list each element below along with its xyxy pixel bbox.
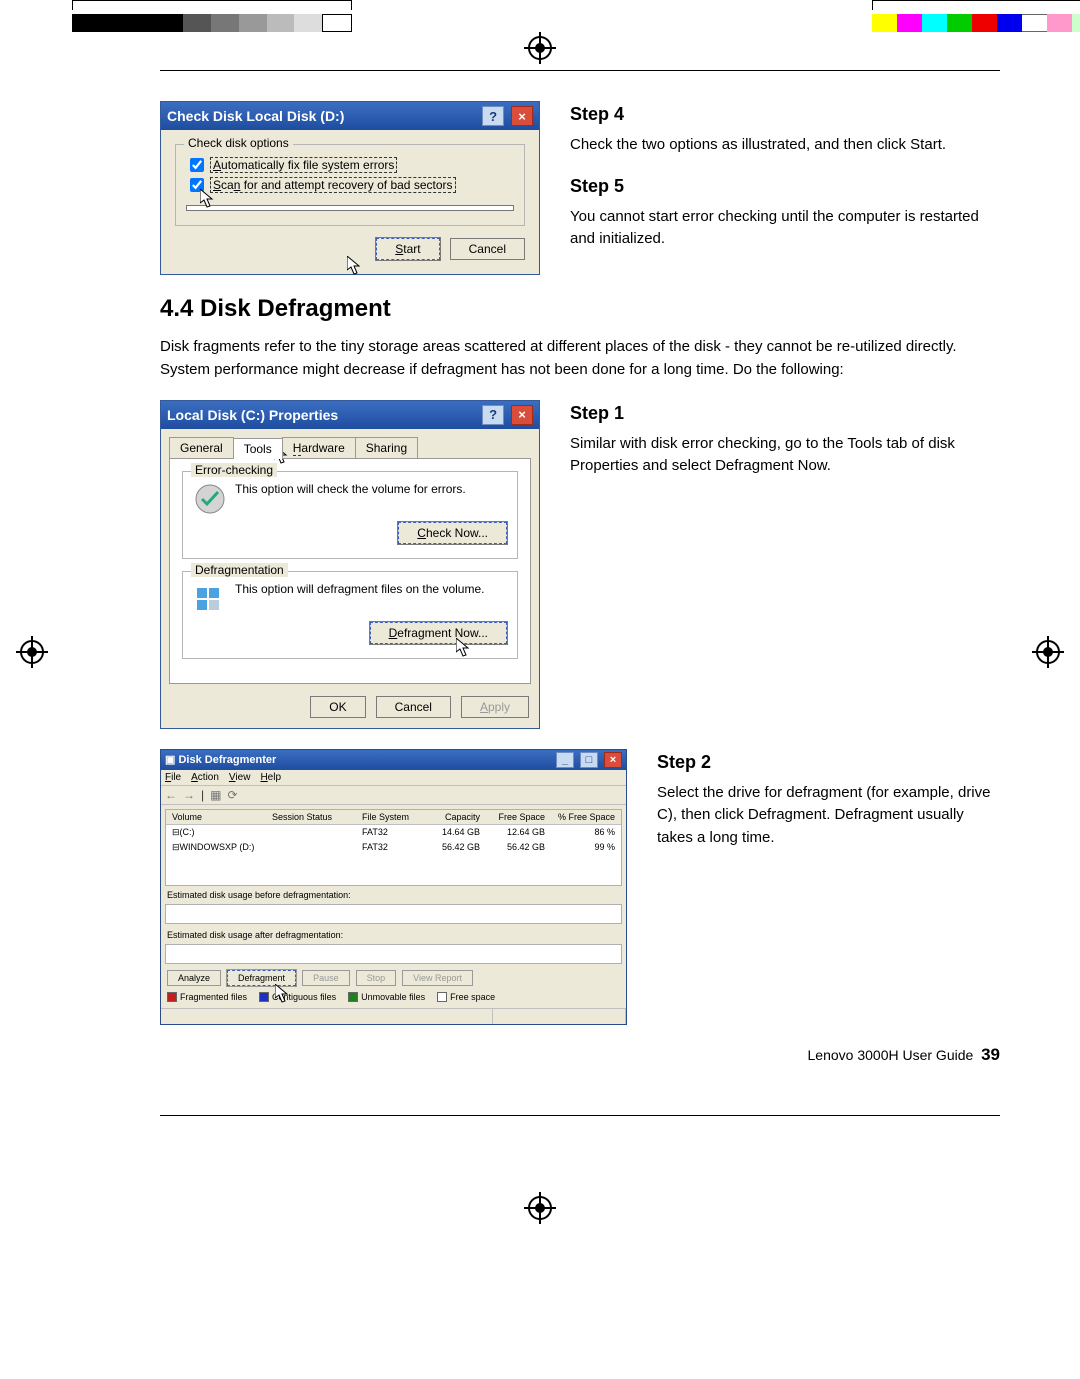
print-colorbar-right [872,14,1080,32]
before-label: Estimated disk usage before defragmentat… [167,890,620,900]
grid-icon[interactable]: ▦ [210,788,221,802]
step-text: Similar with disk error checking, go to … [570,433,1000,478]
help-button[interactable]: ? [482,106,504,126]
table-row[interactable]: ⊟(C:)FAT3214.64 GB12.64 GB86 % [166,825,621,840]
stop-button[interactable]: Stop [356,970,397,986]
step-heading: Step 5 [570,173,1000,200]
menu-action[interactable]: Action [191,772,219,783]
refresh-icon[interactable]: ⟳ [227,788,237,802]
menu-file[interactable]: File [165,772,181,783]
minimize-button[interactable]: _ [556,752,574,768]
auto-fix-checkbox[interactable] [190,158,204,172]
group-text: This option will defragment files on the… [235,582,484,596]
fieldset-legend: Error-checking [191,463,277,477]
group-text: This option will check the volume for er… [235,482,466,496]
close-button[interactable]: × [511,106,533,126]
menu-help[interactable]: Help [260,772,281,783]
cancel-button[interactable]: Cancel [450,238,525,260]
view-report-button[interactable]: View Report [402,970,473,986]
step-heading: Step 2 [657,749,1000,776]
close-button[interactable]: × [511,405,533,425]
close-button[interactable]: × [604,752,622,768]
step-text: You cannot start error checking until th… [570,206,1000,251]
apply-button[interactable]: Apply [461,696,529,718]
step-heading: Step 4 [570,101,1000,128]
disk-properties-dialog: Local Disk (C:) Properties ? × General T… [160,400,540,729]
error-check-icon [193,482,227,516]
analyze-button[interactable]: Analyze [167,970,221,986]
legend-item: Unmovable files [348,992,425,1003]
section-paragraph: Disk fragments refer to the tiny storage… [160,335,1000,382]
tab-sharing[interactable]: Sharing [355,437,418,458]
menu-view[interactable]: View [229,772,251,783]
defragment-button[interactable]: Defragment [227,970,296,986]
maximize-button[interactable]: □ [580,752,598,768]
step-text: Select the drive for defragment (for exa… [657,782,1000,850]
page-footer: Lenovo 3000H User Guide 39 [160,1045,1000,1065]
registration-mark-icon [528,1196,552,1220]
cancel-button[interactable]: Cancel [376,696,451,718]
back-icon[interactable]: ← [165,788,177,802]
window-title: Disk Defragmenter [178,754,276,766]
forward-icon[interactable]: → [183,788,195,802]
legend-item: Contiguous files [259,992,336,1003]
fieldset-legend: Defragmentation [191,563,288,577]
start-button[interactable]: Start [376,238,439,260]
registration-mark-icon [528,36,552,60]
disk-defragmenter-window: ▣ Disk Defragmenter _ □ × File Action Vi… [160,749,627,1026]
dialog-title: Local Disk (C:) Properties [167,407,338,423]
check-now-button[interactable]: Check Now... [398,522,507,544]
pause-button[interactable]: Pause [302,970,350,986]
dialog-title: Check Disk Local Disk (D:) [167,108,344,124]
defragment-now-button[interactable]: Defragment Now... [370,622,507,644]
volume-list[interactable]: Volume Session Status File System Capaci… [165,809,622,886]
defrag-icon [193,582,227,616]
step-heading: Step 1 [570,400,1000,427]
step-text: Check the two options as illustrated, an… [570,134,1000,157]
section-heading: 4.4 Disk Defragment [160,295,1000,323]
legend-item: Free space [437,992,495,1003]
legend-item: Fragmented files [167,992,247,1003]
fieldset-legend: Check disk options [184,136,293,150]
print-colorbar-left [72,14,352,32]
defrag-app-icon: ▣ [165,754,175,766]
tab-tools[interactable]: Tools [233,438,283,459]
after-bar [165,944,622,964]
table-row[interactable]: ⊟WINDOWSXP (D:)FAT3256.42 GB56.42 GB99 % [166,840,621,855]
before-bar [165,904,622,924]
help-button[interactable]: ? [482,405,504,425]
tab-hardware[interactable]: Hardware [282,437,356,458]
ok-button[interactable]: OK [310,696,365,718]
scan-recover-checkbox[interactable] [190,178,204,192]
after-label: Estimated disk usage after defragmentati… [167,930,620,940]
check-disk-dialog: Check Disk Local Disk (D:) ? × Check dis… [160,101,540,275]
tab-general[interactable]: General [169,437,234,458]
